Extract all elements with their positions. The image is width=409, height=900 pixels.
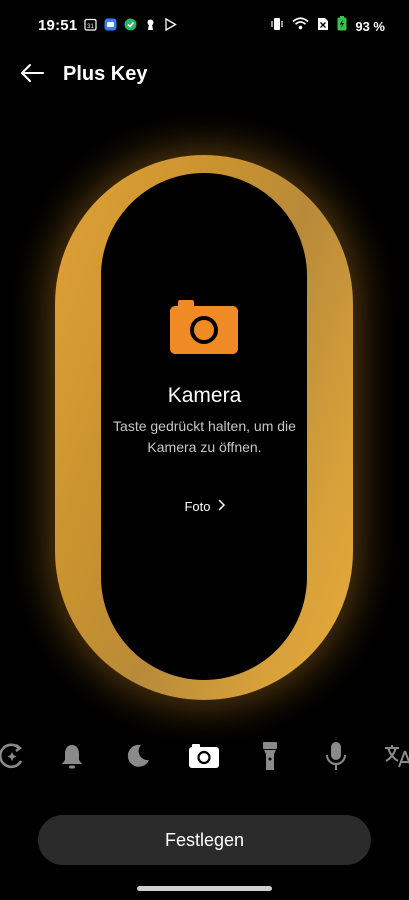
arrow-left-icon bbox=[19, 63, 45, 88]
play-store-icon bbox=[164, 18, 177, 31]
app-bar: Plus Key bbox=[0, 52, 409, 98]
mode-title: Kamera bbox=[167, 384, 242, 407]
translate-icon[interactable] bbox=[380, 738, 409, 774]
status-bar: 19:51 31 93 % bbox=[0, 0, 409, 52]
battery-charging-icon bbox=[337, 16, 347, 36]
notification-icons: 31 bbox=[84, 18, 177, 31]
svg-text:31: 31 bbox=[87, 24, 94, 30]
status-time: 19:51 bbox=[38, 17, 78, 34]
ai-refresh-icon[interactable] bbox=[0, 738, 30, 774]
microphone-icon[interactable] bbox=[318, 738, 354, 774]
camera-icon[interactable] bbox=[186, 738, 222, 774]
chevron-right-icon bbox=[217, 499, 225, 514]
page-title: Plus Key bbox=[63, 63, 148, 85]
battery-percentage: 93 % bbox=[355, 18, 385, 34]
wifi-icon bbox=[292, 17, 309, 35]
festlegen-button[interactable]: Festlegen bbox=[38, 815, 371, 865]
mode-option-link[interactable]: Foto bbox=[0, 499, 409, 514]
messages-icon bbox=[104, 18, 117, 31]
moon-icon[interactable] bbox=[120, 738, 156, 774]
bell-icon[interactable] bbox=[54, 738, 90, 774]
camera-icon bbox=[170, 300, 238, 354]
no-sim-icon bbox=[317, 17, 329, 36]
mode-option-label: Foto bbox=[184, 499, 211, 514]
vibrate-icon bbox=[270, 17, 284, 36]
vpn-icon bbox=[124, 18, 137, 31]
flashlight-icon[interactable] bbox=[252, 738, 288, 774]
status-icons: 93 % bbox=[270, 16, 385, 36]
keyhole-icon bbox=[144, 18, 157, 31]
back-button[interactable] bbox=[12, 58, 52, 92]
mode-description: Taste gedrückt halten, um die Kamera zu … bbox=[113, 418, 296, 455]
mode-selector bbox=[0, 736, 409, 778]
home-indicator[interactable] bbox=[137, 886, 272, 891]
calendar-icon: 31 bbox=[84, 18, 97, 31]
